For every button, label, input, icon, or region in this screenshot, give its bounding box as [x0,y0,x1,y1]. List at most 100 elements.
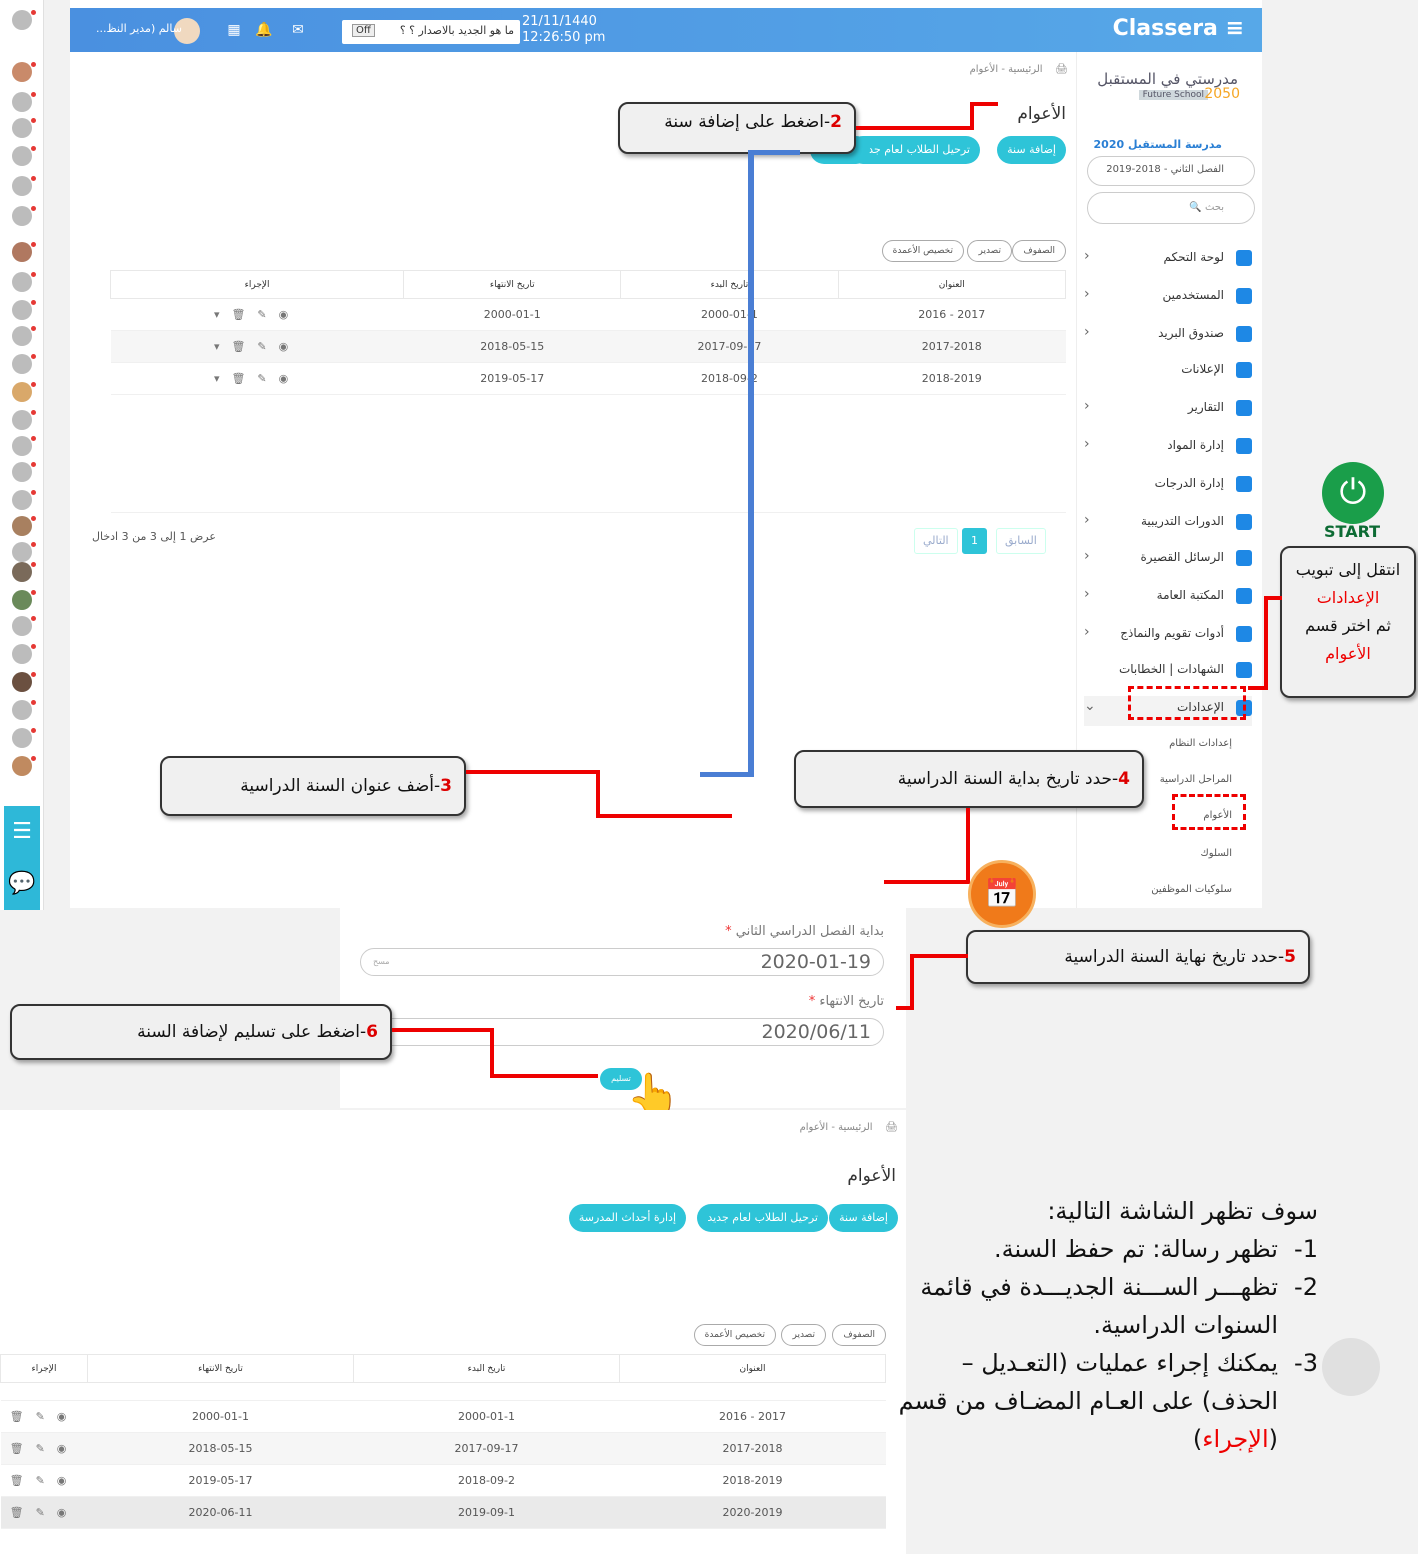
col-title[interactable]: العنوان [619,1354,886,1383]
avatar[interactable] [12,436,36,456]
row-actions[interactable]: ◉✎🗑 [0,1400,88,1433]
col-end[interactable]: تاريخ الانتهاء [403,270,622,299]
sidebar-item-mailbox[interactable]: صندوق البريد ‹ [1084,322,1252,352]
sidebar-sub-staff-behavior[interactable]: سلوكيات الموظفين [1151,884,1232,895]
sidebar-item-courses[interactable]: الدورات التدريبية ‹ [1084,510,1252,540]
sidebar-sub-system-settings[interactable]: إعدادات النظام [1169,738,1232,749]
sidebar-item-library[interactable]: المكتبة العامة ‹ [1084,584,1252,614]
school-events-button[interactable]: إدارة أحداث المدرسة [568,1204,686,1232]
add-year-button[interactable]: إضافة سنة [829,1204,898,1232]
chat-avatar-strip: ☰ 💬 [0,0,44,910]
avatar[interactable] [12,562,36,582]
export-button[interactable]: تصدير [781,1324,826,1346]
avatar[interactable] [12,590,36,610]
columns-button[interactable]: تخصيص الأعمدة [693,1324,776,1346]
sidebar-sub-stages[interactable]: المراحل الدراسية [1160,774,1232,785]
row-actions[interactable]: ◉✎🗑 [0,1464,88,1497]
pager-page[interactable]: 1 [962,528,987,554]
avatar[interactable] [12,146,36,166]
col-start[interactable]: تاريخ البدء [620,270,839,299]
explanation: سوف تظهر الشاشة التالية: 1- تظهر رسالة: ت… [898,1192,1318,1458]
col-end[interactable]: تاريخ الانتهاء [87,1354,354,1383]
avatar[interactable] [12,700,36,720]
settings-highlight [1128,686,1246,720]
col-start[interactable]: تاريخ البدء [353,1354,620,1383]
sidebar-item-grades[interactable]: إدارة الدرجات [1084,472,1252,502]
step5-callout: 5-حدد تاريخ نهاية السنة الدراسية [966,930,1310,984]
brand-logo[interactable]: Classera ≡ [1113,16,1244,41]
columns-button[interactable]: تخصيص الأعمدة [881,240,964,262]
avatar[interactable] [12,490,36,510]
messages-icon[interactable]: ✉ [288,20,308,40]
avatar[interactable] [12,118,36,138]
sidebar-search[interactable]: بحث 🔍 [1087,192,1255,224]
sidebar-item-assessment[interactable]: أدوات تقويم والنماذج ‹ [1084,622,1252,652]
sidebar-item-announcements[interactable]: الإعلانات [1084,358,1252,388]
pager-next[interactable]: التالي [914,528,958,554]
start-label: START [1324,522,1381,541]
avatar[interactable] [12,410,36,430]
avatar[interactable] [12,206,36,226]
sidebar-item-users[interactable]: المستخدمين ‹ [1084,284,1252,314]
pager-prev[interactable]: السابق [996,528,1046,554]
book-icon [1236,438,1252,454]
avatar[interactable] [12,382,36,402]
second-term-input[interactable]: 2020-01-19 مسح [360,948,884,976]
avatar[interactable] [12,242,36,262]
table-row: 2017-2018 2017-09-17 2018-05-15 ◉✎🗑 [0,1432,886,1465]
table-row-new: 2020-2019 2019-09-1 2020-06-11 ◉✎🗑 [0,1496,886,1529]
home-icon [1236,250,1252,266]
avatar[interactable] [12,672,36,692]
sidebar-sub-behavior[interactable]: السلوك [1201,848,1232,859]
chat-icon[interactable]: 💬 [4,858,40,910]
avatar[interactable] [12,300,36,320]
sidebar-item-sms[interactable]: الرسائل القصيرة ‹ [1084,546,1252,576]
rows-button[interactable]: الصفوف [832,1324,886,1346]
table-row: 2017-2018 2017-09-17 2018-05-15 ◉✎🗑▾ [110,330,1066,363]
avatar[interactable] [12,516,36,536]
row-actions[interactable]: ◉✎🗑 [0,1496,88,1529]
row-actions[interactable]: ◉✎🗑▾ [110,362,404,395]
years-table: العنوان تاريخ البدء تاريخ الانتهاء الإجر… [109,270,1067,513]
sidebar-item-subjects[interactable]: إدارة المواد ‹ [1084,434,1252,464]
avatar[interactable] [12,756,36,776]
avatar[interactable] [12,728,36,748]
export-button[interactable]: تصدير [967,240,1012,262]
building-icon[interactable]: ▦ [224,20,244,40]
add-year-button[interactable]: إضافة سنة [997,136,1066,164]
col-title[interactable]: العنوان [837,270,1067,299]
qr-icon [1236,662,1252,678]
avatar[interactable] [12,62,36,82]
user-name[interactable]: سالم (مدير النظ... [96,22,182,35]
row-actions[interactable]: ◉✎🗑▾ [110,298,404,331]
step3-callout: 3-أضف عنوان السنة الدراسية [160,756,466,816]
notifications-icon[interactable]: 🔔 [254,20,274,40]
end-date-input[interactable]: 2020/06/11 [360,1018,884,1046]
avatar[interactable] [12,272,36,292]
sidebar-item-certificates[interactable]: الشهادات | الخطابات [1084,658,1252,688]
avatar[interactable] [12,92,36,112]
search-icon: 🔍 [1189,202,1202,213]
avatar[interactable] [12,326,36,346]
avatar[interactable] [12,542,36,562]
sidebar-item-dashboard[interactable]: لوحة التحكم ‹ [1084,246,1252,276]
release-notes-box[interactable]: ما هو الجديد بالاصدار ؟ ؟ Off [342,20,520,44]
release-toggle[interactable]: Off [352,24,375,37]
row-actions[interactable]: ◉✎🗑 [0,1432,88,1465]
semester-select[interactable]: الفصل الثاني - 2018-2019 [1087,156,1255,186]
explain-item: 1- تظهر رسالة: تم حفظ السنة. [993,1235,1318,1263]
rows-button[interactable]: الصفوف [1012,240,1066,262]
end-date-label: تاريخ الانتهاء * [808,994,884,1009]
avatar[interactable] [12,462,36,482]
avatar[interactable] [12,616,36,636]
avatar[interactable] [12,176,36,196]
row-actions[interactable]: ◉✎🗑▾ [110,330,404,363]
table-info: عرض 1 إلى 3 من 3 ادخال [92,530,216,543]
avatar[interactable] [12,10,36,30]
transfer-students-button[interactable]: ترحيل الطلاب لعام جديد [697,1204,828,1232]
avatar[interactable] [12,354,36,374]
list-icon[interactable]: ☰ [4,806,40,858]
sidebar-item-reports[interactable]: التقارير ‹ [1084,396,1252,426]
explain-intro: سوف تظهر الشاشة التالية: [1047,1197,1318,1225]
avatar[interactable] [12,644,36,664]
